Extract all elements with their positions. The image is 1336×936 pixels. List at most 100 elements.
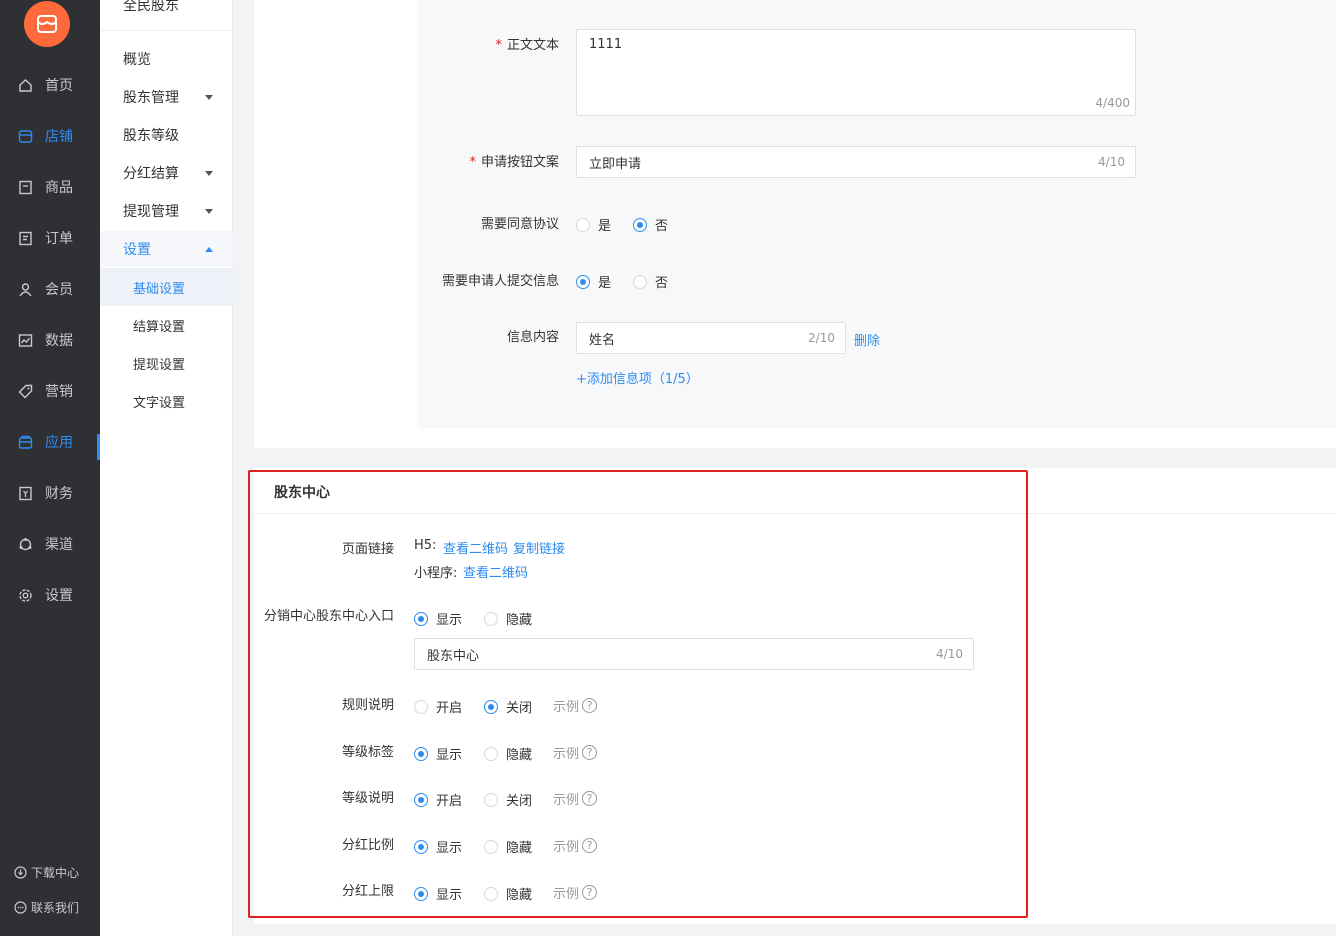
- submit-info-no-radio[interactable]: 否: [633, 272, 668, 291]
- radio-circle-checked: [414, 839, 428, 854]
- nav-item-goods[interactable]: 商品: [0, 167, 100, 207]
- sidebar-item-label: 股东管理: [123, 90, 179, 106]
- nav-item-label: 首页: [45, 78, 73, 94]
- rules-example[interactable]: 示例?: [553, 696, 598, 715]
- nav-item-finance[interactable]: 财务: [0, 473, 100, 513]
- order-icon: [17, 230, 33, 246]
- member-icon: [17, 281, 33, 297]
- radio-circle: [414, 699, 428, 714]
- level-tag-example[interactable]: 示例?: [553, 743, 598, 762]
- nav-item-label: 应用: [45, 435, 73, 451]
- question-icon: ?: [582, 838, 598, 853]
- sidebar-item-withdraw-manage[interactable]: 提现管理: [100, 193, 233, 229]
- caret-down-icon: [205, 208, 213, 214]
- agree-protocol-label: 需要同意协议: [480, 217, 559, 232]
- sidebar-item-label: 设置: [123, 242, 151, 258]
- level-desc-example[interactable]: 示例?: [553, 789, 598, 808]
- nav-item-settings[interactable]: 设置: [0, 575, 100, 615]
- entry-hide-radio[interactable]: 隐藏: [484, 609, 532, 628]
- nav-item-home[interactable]: 首页: [0, 65, 100, 105]
- caret-up-icon: [205, 246, 213, 252]
- level-tag-show-radio[interactable]: 显示: [414, 744, 462, 763]
- miniprogram-view-qrcode-link[interactable]: 查看二维码: [463, 562, 528, 581]
- contact-us-link[interactable]: 联系我们: [14, 899, 79, 916]
- entry-show-radio[interactable]: 显示: [414, 609, 462, 628]
- download-center-link[interactable]: 下载中心: [14, 864, 79, 881]
- nav-item-data[interactable]: 数据: [0, 320, 100, 360]
- nav-item-order[interactable]: 订单: [0, 218, 100, 258]
- sidebar-item-overview[interactable]: 概览: [100, 41, 233, 77]
- gear-icon: [17, 587, 33, 603]
- nav-item-label: 会员: [45, 282, 73, 298]
- radio-circle-checked: [484, 699, 498, 714]
- sidebar-item-dividend-settle[interactable]: 分红结算: [100, 155, 233, 191]
- apply-settings-card: * 正文文本 1111 4/400 * 申请按钮文案 立即申请 4/10 需要同意协…: [254, 0, 1336, 448]
- caret-down-icon: [205, 94, 213, 100]
- rules-on-radio[interactable]: 开启: [414, 697, 462, 716]
- sidebar-sub-label: 文字设置: [133, 395, 186, 411]
- home-icon: [17, 77, 33, 93]
- dividend-limit-example[interactable]: 示例?: [553, 883, 598, 902]
- nav-item-marketing[interactable]: 营销: [0, 371, 100, 411]
- nav-item-apps[interactable]: 应用: [0, 422, 100, 462]
- sidebar-item-shareholder-manage[interactable]: 股东管理: [100, 79, 233, 115]
- level-desc-off-radio[interactable]: 关闭: [484, 790, 532, 809]
- submit-info-yes-radio[interactable]: 是: [576, 272, 611, 291]
- radio-circle-checked: [414, 886, 428, 901]
- delete-info-link[interactable]: 删除: [854, 330, 880, 349]
- dividend-ratio-show-radio[interactable]: 显示: [414, 837, 462, 856]
- nav-item-label: 营销: [45, 384, 73, 400]
- sidebar-sub-basic-settings[interactable]: 基础设置: [100, 268, 233, 306]
- sidebar-item-label: 分红结算: [123, 166, 179, 182]
- app-title: 全民股东: [123, 0, 179, 14]
- dividend-ratio-hide-radio[interactable]: 隐藏: [484, 837, 532, 856]
- store-logo-icon[interactable]: [24, 1, 70, 47]
- apply-button-text-counter: 4/10: [1098, 155, 1125, 169]
- chat-icon: [14, 901, 27, 914]
- info-content-value: 姓名: [589, 332, 616, 348]
- dividend-ratio-example[interactable]: 示例?: [553, 836, 598, 855]
- dividend-limit-show-radio[interactable]: 显示: [414, 884, 462, 903]
- secondary-sidebar: 全民股东 概览 股东管理 股东等级 分红结算 提现管理 设置 基础设置 结算设置…: [100, 0, 233, 936]
- radio-circle-checked: [633, 217, 647, 232]
- agree-protocol-yes-radio[interactable]: 是: [576, 215, 611, 234]
- nav-item-store[interactable]: 店铺: [0, 116, 100, 156]
- info-content-input[interactable]: 姓名 2/10: [576, 322, 846, 354]
- nav-item-member[interactable]: 会员: [0, 269, 100, 309]
- level-desc-on-radio[interactable]: 开启: [414, 790, 462, 809]
- nav-item-label: 渠道: [45, 537, 73, 553]
- sidebar-sub-label: 结算设置: [133, 319, 186, 335]
- nav-item-label: 商品: [45, 180, 73, 196]
- divider: [254, 513, 1336, 514]
- sidebar-item-shareholder-level[interactable]: 股东等级: [100, 117, 233, 153]
- h5-view-qrcode-link[interactable]: 查看二维码: [443, 538, 508, 557]
- h5-copy-link[interactable]: 复制链接: [513, 538, 565, 557]
- sidebar-item-settings[interactable]: 设置: [100, 231, 233, 267]
- agree-protocol-no-radio[interactable]: 否: [633, 215, 668, 234]
- radio-circle-checked: [576, 274, 590, 289]
- sidebar-sub-label: 提现设置: [133, 357, 186, 373]
- level-tag-hide-radio[interactable]: 隐藏: [484, 744, 532, 763]
- nav-item-channel[interactable]: 渠道: [0, 524, 100, 564]
- radio-circle: [484, 611, 498, 626]
- entry-label: 分销中心股东中心入口: [263, 609, 394, 624]
- body-text-textarea[interactable]: 1111 4/400: [576, 29, 1136, 116]
- store-icon: [17, 128, 33, 144]
- sidebar-sub-withdraw-settings[interactable]: 提现设置: [100, 344, 233, 382]
- radio-circle-checked: [414, 611, 428, 626]
- question-icon: ?: [582, 791, 598, 806]
- level-tag-label: 等级标签: [341, 745, 394, 760]
- nav-item-label: 财务: [45, 486, 73, 502]
- entry-name-input[interactable]: 股东中心 4/10: [414, 638, 974, 670]
- radio-circle: [484, 792, 498, 807]
- apply-button-text-input[interactable]: 立即申请 4/10: [576, 146, 1136, 178]
- dividend-limit-hide-radio[interactable]: 隐藏: [484, 884, 532, 903]
- shareholder-center-card: 股东中心 页面链接 H5: 查看二维码 复制链接 小程序: 查看二维码 分销中心…: [254, 468, 1336, 924]
- info-content-counter: 2/10: [808, 331, 835, 345]
- entry-name-value: 股东中心: [427, 648, 480, 664]
- sidebar-sub-text-settings[interactable]: 文字设置: [100, 382, 233, 420]
- add-info-item-link[interactable]: +添加信息项（1/5）: [576, 368, 699, 387]
- apply-button-text-value: 立即申请: [589, 156, 642, 172]
- rules-off-radio[interactable]: 关闭: [484, 697, 532, 716]
- sidebar-sub-settle-settings[interactable]: 结算设置: [100, 306, 233, 344]
